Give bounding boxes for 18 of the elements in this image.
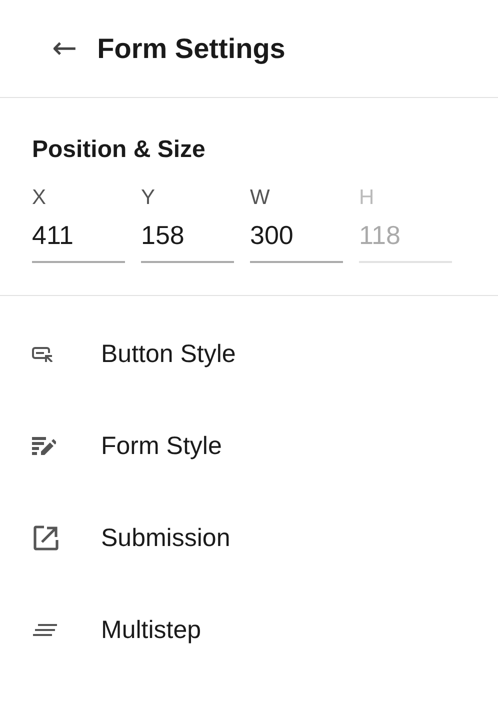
menu-item[interactable]: Submission <box>0 492 498 584</box>
external-link-icon <box>32 524 60 552</box>
section-title: Position & Size <box>32 136 206 164</box>
field-label: H <box>359 186 374 210</box>
back-button[interactable]: ← <box>48 34 82 64</box>
input-field[interactable]: 411 <box>32 210 125 263</box>
panel-title: Form Settings <box>97 32 286 64</box>
menu-item[interactable]: Multistep <box>0 584 498 676</box>
menu-item[interactable]: Button Style <box>0 308 498 400</box>
lines-icon <box>32 624 58 636</box>
menu-item[interactable]: Form Style <box>0 400 498 492</box>
field-label: Y <box>141 186 156 210</box>
button-cursor-icon <box>32 346 54 362</box>
input-field[interactable]: 158 <box>141 210 234 263</box>
input-field[interactable]: 300 <box>250 210 343 263</box>
form-edit-icon <box>32 437 56 455</box>
field-label: X <box>32 186 46 210</box>
field-label: W <box>250 186 270 210</box>
